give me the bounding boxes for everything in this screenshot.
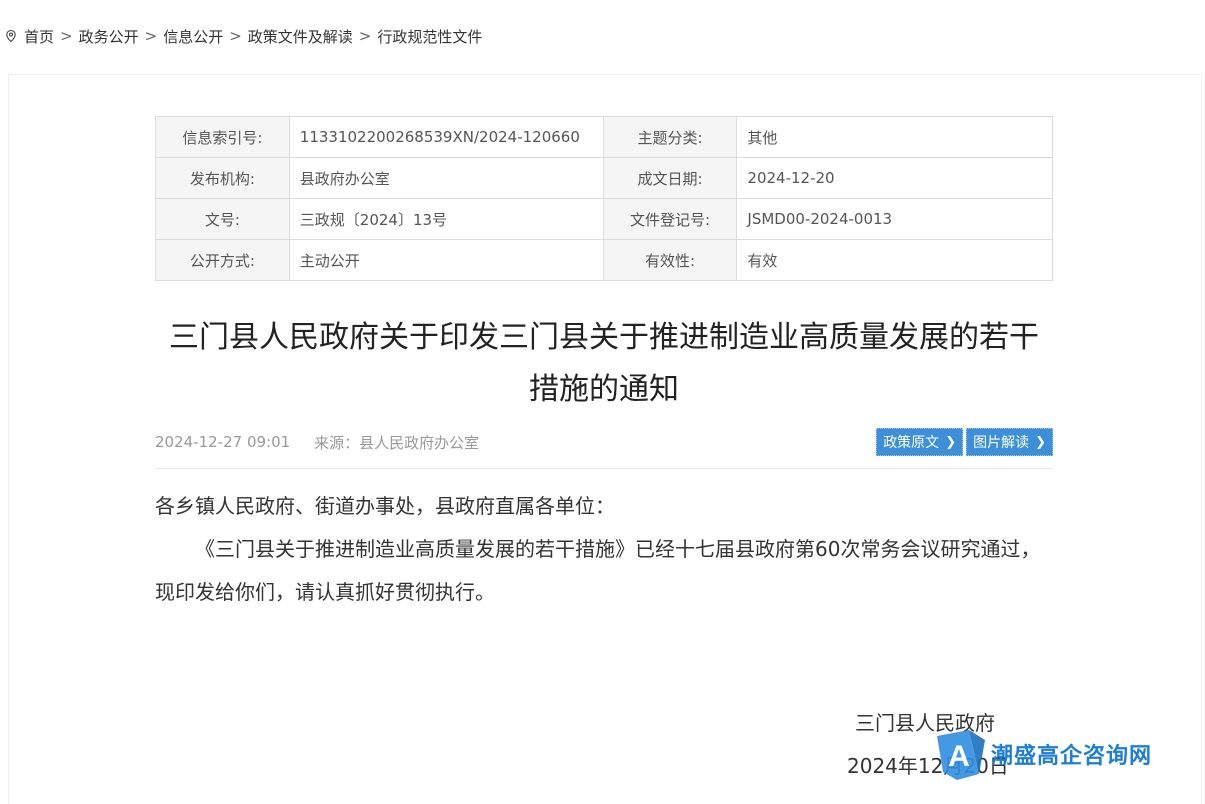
info-value-disclosure: 主动公开 [288, 239, 604, 281]
watermark-logo-icon: A [937, 730, 985, 780]
publish-datetime: 2024-12-27 09:01 [155, 433, 291, 451]
info-key-validity: 有效性: [602, 239, 738, 281]
info-value-registration: JSMD00-2024-0013 [736, 198, 1053, 240]
body-paragraph: 《三门县关于推进制造业高质量发展的若干措施》已经十七届县政府第60次常务会议研究… [155, 537, 1041, 604]
policy-original-label: 政策原文 [883, 435, 940, 451]
breadcrumb-separator: > [60, 27, 73, 45]
info-value-doc-number: 三政规〔2024〕13号 [288, 198, 604, 240]
article-action-buttons: 政策原文 ❯ 图片解读 ❯ [876, 428, 1053, 456]
breadcrumb-policy-docs[interactable]: 政策文件及解读 [248, 26, 353, 47]
article-title-line: 三门县人民政府关于印发三门县关于推进制造业高质量发展的若干 [169, 320, 1039, 355]
info-key-publisher: 发布机构: [155, 157, 290, 199]
table-row: 文号: 三政规〔2024〕13号 文件登记号: JSMD00-2024-0013 [155, 198, 1053, 240]
location-pin-icon [6, 29, 16, 43]
info-key-registration: 文件登记号: [602, 198, 738, 240]
info-value-publisher: 县政府办公室 [288, 157, 604, 199]
watermark-text: 潮盛高企咨询网 [991, 743, 1153, 769]
breadcrumb-separator: > [144, 27, 158, 45]
info-value-validity: 有效 [736, 239, 1053, 281]
table-row: 信息索引号: 1133102200268539XN/2024-120660 主题… [155, 116, 1053, 158]
article-info-bar: 2024-12-27 09:01 来源：县人民政府办公室 政策原文 ❯ 图片解读… [155, 428, 1053, 456]
watermark-letter: A [948, 740, 970, 773]
article-source: 来源：县人民政府办公室 [314, 433, 480, 452]
info-value-written-date: 2024-12-20 [736, 157, 1053, 199]
info-key-written-date: 成文日期: [602, 157, 738, 199]
divider [155, 468, 1053, 469]
table-row: 公开方式: 主动公开 有效性: 有效 [155, 239, 1053, 281]
info-value-index: 1133102200268539XN/2024-120660 [288, 116, 604, 158]
info-key-topic: 主题分类: [602, 116, 738, 158]
info-value-topic: 其他 [736, 116, 1053, 158]
info-key-doc-number: 文号: [155, 198, 290, 240]
salutation: 各乡镇人民政府、街道办事处，县政府直属各单位： [155, 494, 615, 518]
watermark: A 潮盛高企咨询网 [935, 728, 1175, 780]
chevron-right-icon: ❯ [1035, 434, 1046, 450]
graphic-interpretation-button[interactable]: 图片解读 ❯ [966, 428, 1053, 456]
graphic-interpretation-label: 图片解读 [973, 435, 1030, 451]
document-info-table: 信息索引号: 1133102200268539XN/2024-120660 主题… [155, 116, 1053, 281]
article-title-line: 措施的通知 [529, 372, 679, 407]
info-key-disclosure: 公开方式: [155, 239, 290, 281]
breadcrumb-separator: > [229, 27, 242, 45]
breadcrumb-home[interactable]: 首页 [24, 26, 54, 47]
policy-original-button[interactable]: 政策原文 ❯ [876, 428, 964, 456]
article-title: 三门县人民政府关于印发三门县关于推进制造业高质量发展的若干 措施的通知 [155, 312, 1053, 416]
article-body: 各乡镇人民政府、街道办事处，县政府直属各单位： 《三门县关于推进制造业高质量发展… [155, 485, 1053, 614]
table-row: 发布机构: 县政府办公室 成文日期: 2024-12-20 [155, 157, 1053, 199]
breadcrumb-normative-docs[interactable]: 行政规范性文件 [377, 26, 482, 47]
info-key-index: 信息索引号: [155, 116, 290, 158]
breadcrumb-separator: > [358, 27, 372, 45]
breadcrumb-info-disclosure[interactable]: 信息公开 [163, 26, 223, 47]
chevron-right-icon: ❯ [945, 434, 957, 450]
breadcrumb: 首页 > 政务公开 > 信息公开 > 政策文件及解读 > 行政规范性文件 [4, 24, 482, 48]
breadcrumb-gov-affairs[interactable]: 政务公开 [79, 26, 139, 47]
